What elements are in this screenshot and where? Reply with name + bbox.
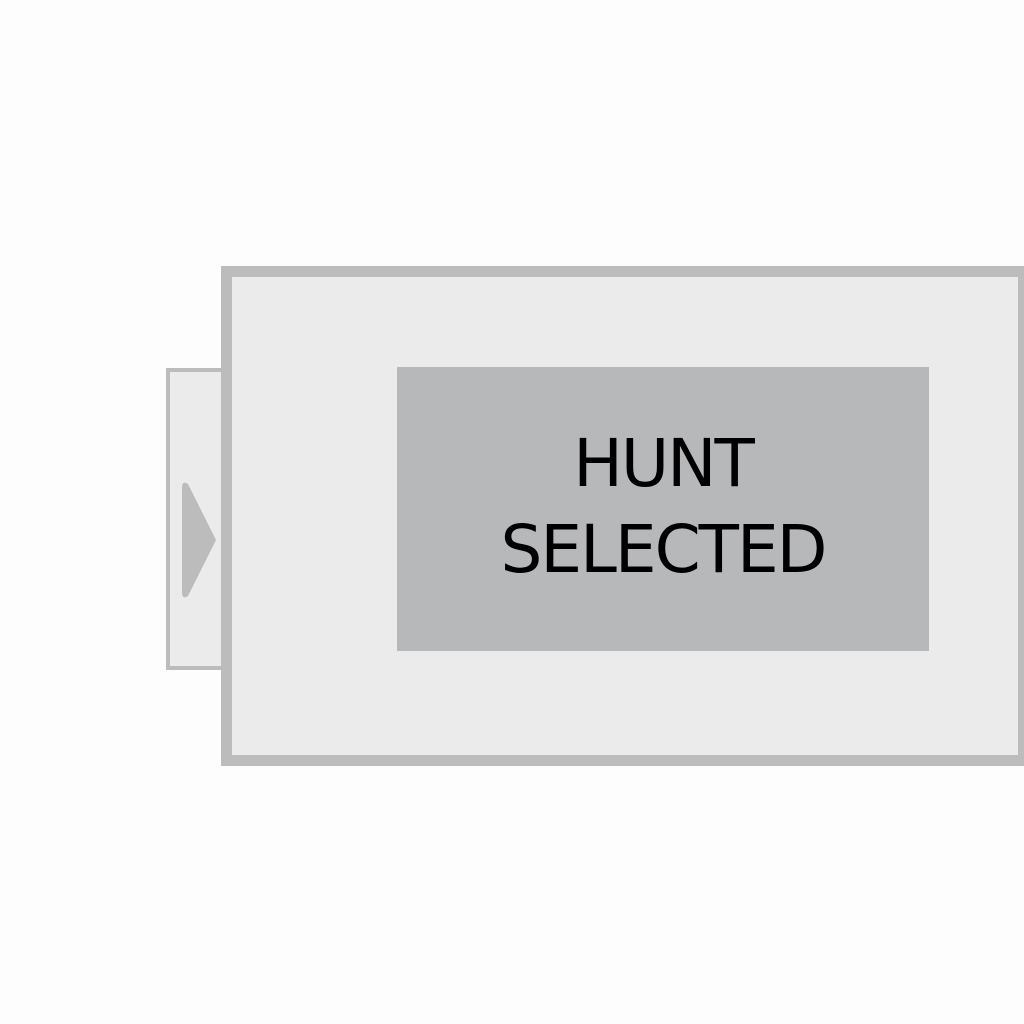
status-display: HUNT SELECTED [397,367,929,651]
expand-tab[interactable] [166,368,222,670]
chevron-right-icon [182,482,216,598]
status-line-2: SELECTED [500,511,828,588]
screen: HUNT SELECTED [0,0,1024,1024]
status-line-1: HUNT [573,425,755,502]
status-message: HUNT SELECTED [500,421,828,593]
